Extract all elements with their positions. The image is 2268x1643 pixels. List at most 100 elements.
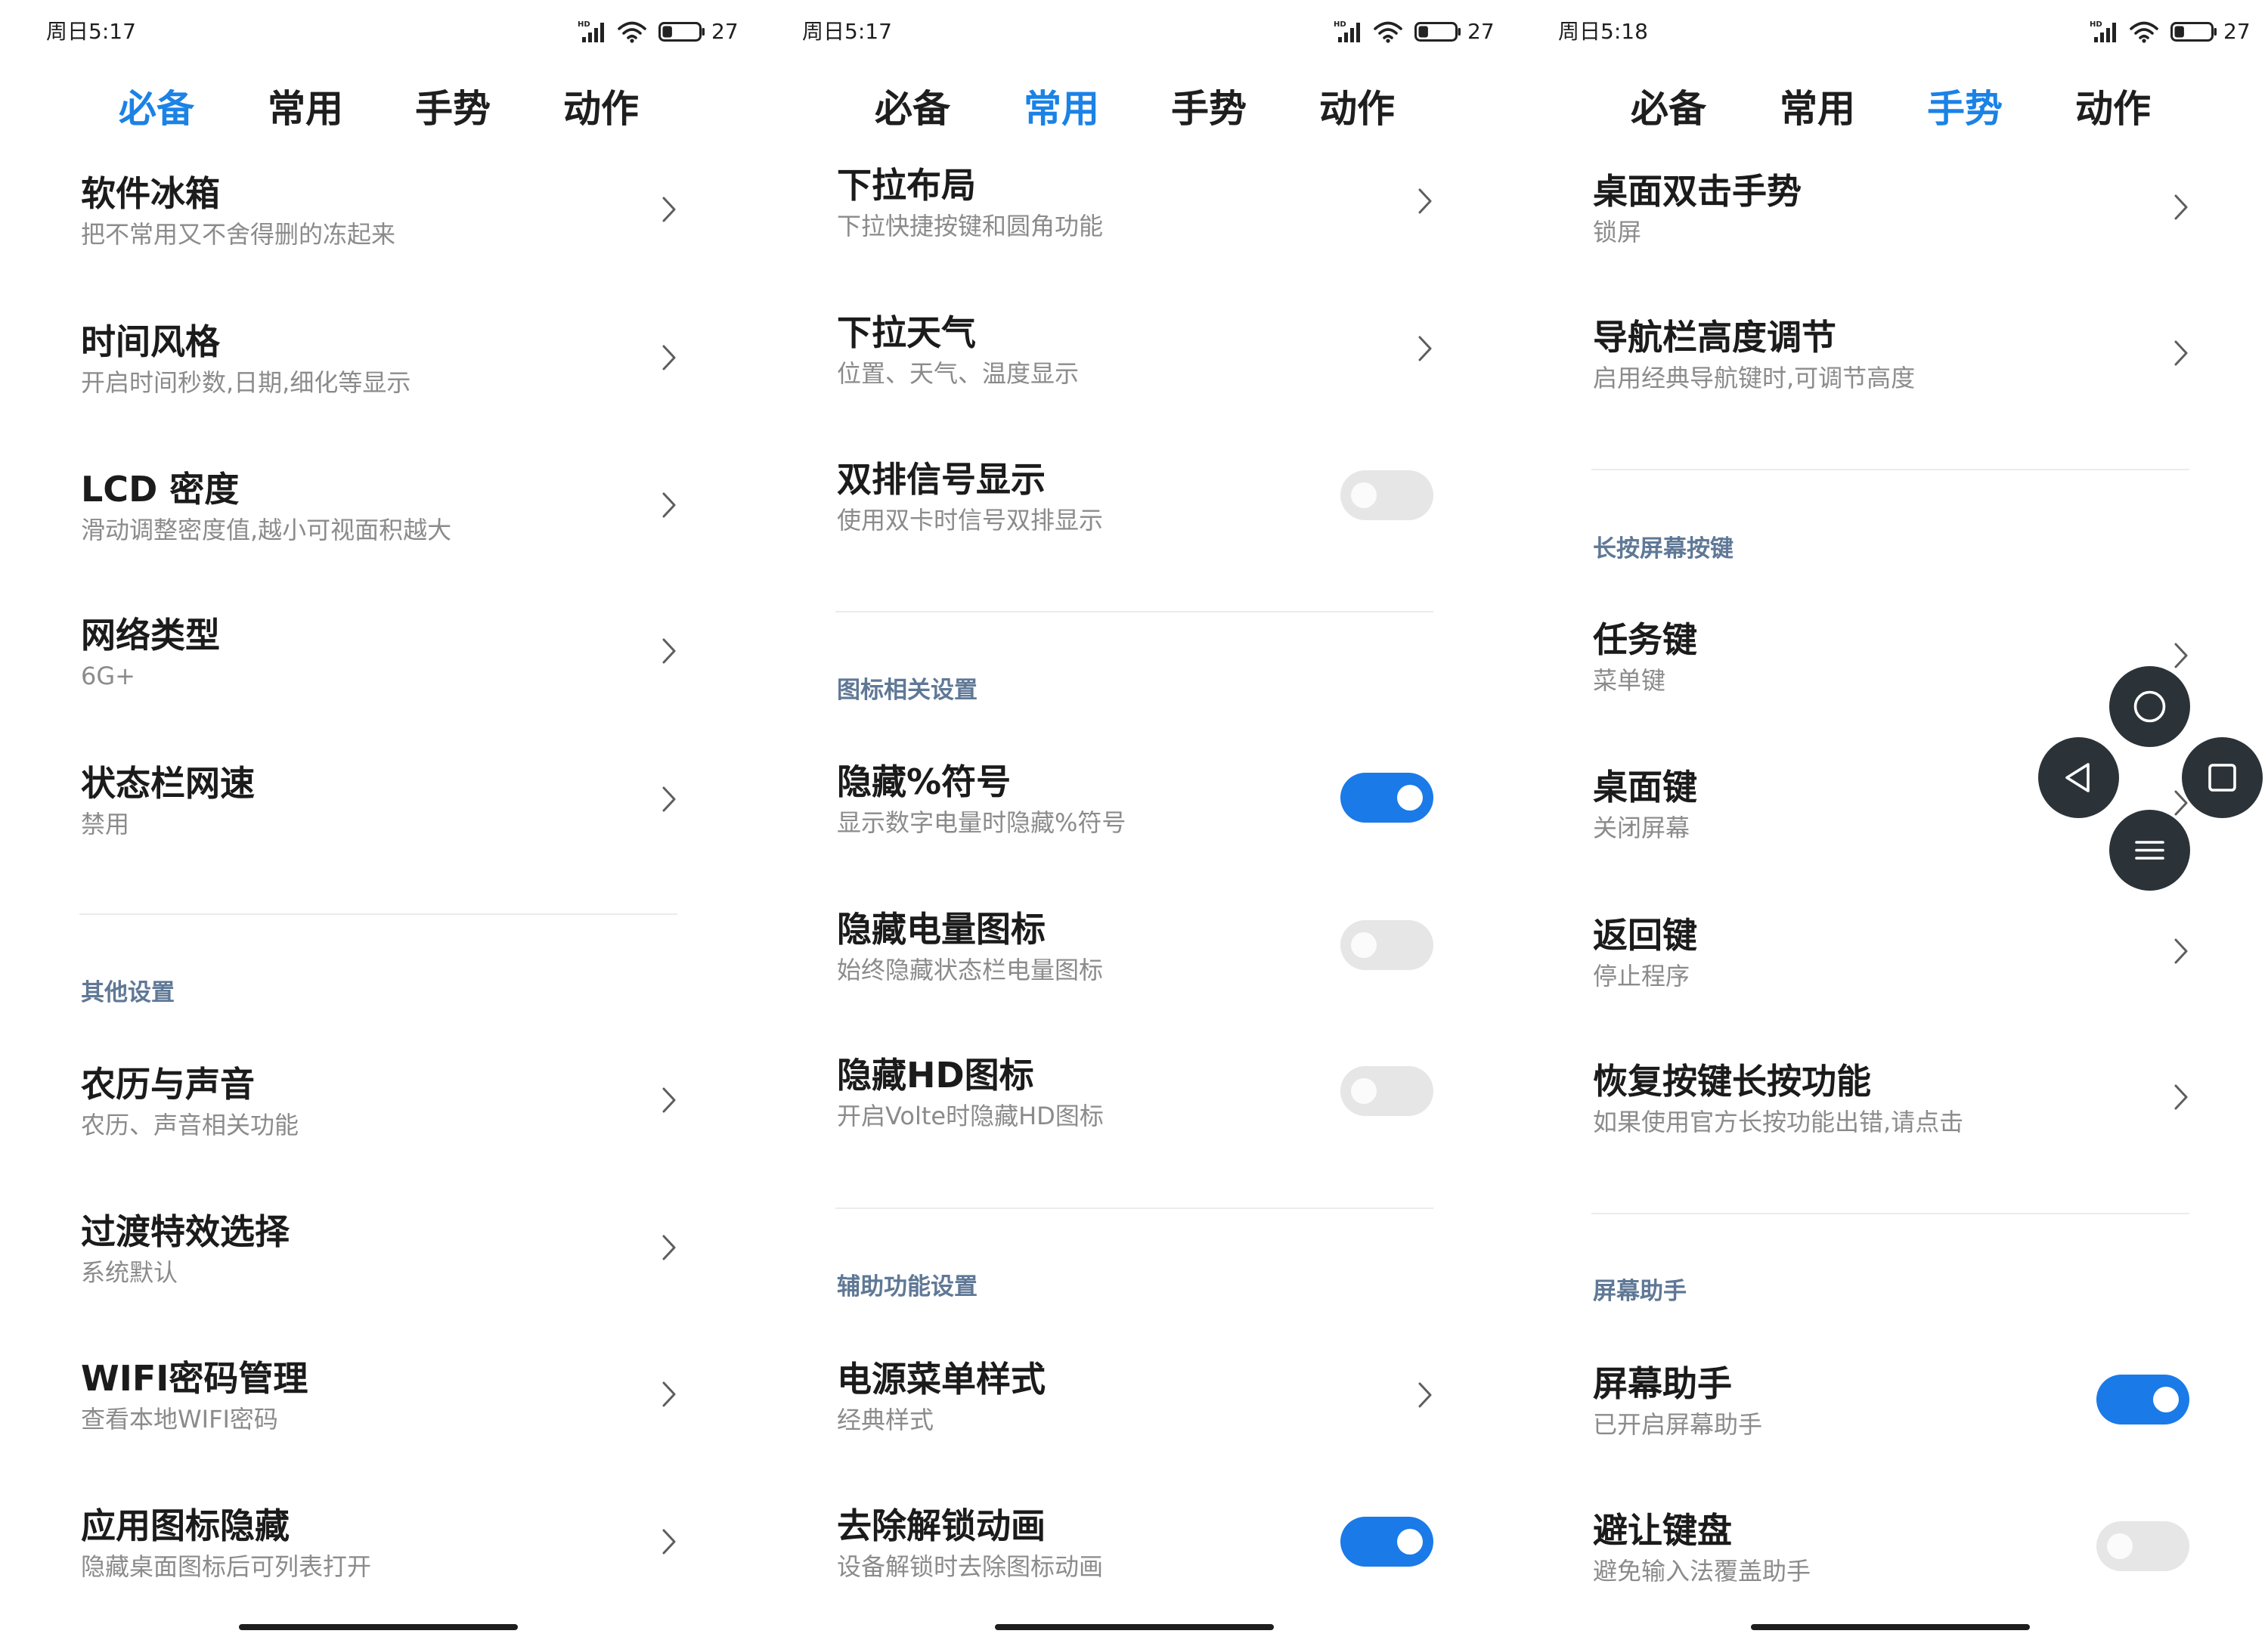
menu-lines-icon (2135, 841, 2164, 860)
setting-row-navbar-height[interactable]: 导航栏高度调节 启用经典导航键时,可调节高度 (1512, 316, 2268, 399)
setting-title: 过渡特效选择 (81, 1211, 290, 1252)
setting-title: 下拉布局 (837, 165, 976, 206)
setting-title: 农历与声音 (81, 1064, 255, 1105)
setting-row-time-style[interactable]: 时间风格 开启时间秒数,日期,细化等显示 (0, 321, 756, 404)
section-header-other-settings: 其他设置 (81, 979, 175, 1006)
tab-essentials[interactable]: 必备 (1619, 86, 1718, 132)
tab-gestures[interactable]: 手势 (1916, 86, 2014, 132)
setting-row-pulldown-layout[interactable]: 下拉布局 下拉快捷按键和圆角功能 (756, 164, 1512, 247)
setting-title: WIFI密码管理 (81, 1358, 308, 1399)
setting-row-statusbar-net-speed[interactable]: 状态栏网速 禁用 (0, 762, 756, 845)
setting-subtitle: 查看本地WIFI密码 (81, 1405, 278, 1434)
tab-common[interactable]: 常用 (1768, 86, 1867, 132)
toggle-switch[interactable] (1340, 1066, 1433, 1116)
setting-row-restore-long-press[interactable]: 恢复按键长按功能 如果使用官方长按功能出错,请点击 (1512, 1060, 2268, 1143)
setting-row-app-freezer[interactable]: 软件冰箱 把不常用又不舍得删的冻起来 (0, 172, 756, 256)
chevron-right-icon (662, 638, 676, 664)
tab-gestures[interactable]: 手势 (404, 86, 502, 132)
setting-title: 任务键 (1593, 619, 1697, 660)
setting-row-screen-assistant[interactable]: 屏幕助手 已开启屏幕助手 (1512, 1362, 2268, 1446)
setting-row-double-tap-desktop[interactable]: 桌面双击手势 锁屏 (1512, 170, 2268, 253)
setting-row-avoid-keyboard[interactable]: 避让键盘 避免输入法覆盖助手 (1512, 1509, 2268, 1592)
setting-title: 软件冰箱 (81, 173, 220, 214)
phone-screen-essentials: 周日5:17 HD 27 必备 常用 手势 动作 软件冰箱 把不常用又不舍得删的… (0, 0, 756, 1643)
setting-row-back-key[interactable]: 返回键 停止程序 (1512, 914, 2268, 997)
tab-actions[interactable]: 动作 (2064, 86, 2162, 132)
setting-row-network-type[interactable]: 网络类型 6G+ (0, 614, 756, 697)
toggle-switch[interactable] (1340, 1517, 1433, 1567)
setting-row-wifi-password[interactable]: WIFI密码管理 查看本地WIFI密码 (0, 1357, 756, 1440)
setting-subtitle: 如果使用官方长按功能出错,请点击 (1593, 1108, 1964, 1136)
setting-title: 网络类型 (81, 615, 220, 656)
setting-row-hide-percent-sign[interactable]: 隐藏%符号 显示数字电量时隐藏%符号 (756, 761, 1512, 844)
tab-actions[interactable]: 动作 (552, 86, 650, 132)
setting-row-power-menu-style[interactable]: 电源菜单样式 经典样式 (756, 1358, 1512, 1441)
setting-row-pulldown-weather[interactable]: 下拉天气 位置、天气、温度显示 (756, 312, 1512, 395)
toggle-knob (1351, 1078, 1377, 1104)
chevron-right-icon (662, 492, 676, 518)
setting-title: 状态栏网速 (81, 763, 255, 804)
recents-square-icon (2208, 764, 2236, 792)
setting-subtitle: 避免输入法覆盖助手 (1593, 1557, 1811, 1586)
tab-essentials[interactable]: 必备 (107, 86, 206, 132)
tab-common[interactable]: 常用 (256, 86, 355, 132)
setting-title: 屏幕助手 (1593, 1363, 1732, 1404)
setting-row-hide-hd-icon[interactable]: 隐藏HD图标 开启Volte时隐藏HD图标 (756, 1054, 1512, 1137)
chevron-right-icon (662, 1087, 676, 1113)
setting-title: 桌面键 (1593, 767, 1697, 808)
toggle-knob (2107, 1533, 2133, 1559)
tab-essentials[interactable]: 必备 (863, 86, 962, 132)
chevron-right-icon (2174, 1084, 2188, 1110)
chevron-right-icon (662, 1381, 676, 1407)
tab-common[interactable]: 常用 (1012, 86, 1111, 132)
floating-recents-button[interactable] (2182, 737, 2263, 818)
chevron-right-icon (662, 345, 676, 370)
chevron-right-icon (1418, 188, 1432, 214)
chevron-right-icon (662, 1529, 676, 1555)
tab-bar: 必备 常用 手势 动作 (0, 0, 756, 151)
chevron-right-icon (2174, 340, 2188, 366)
toggle-switch[interactable] (2096, 1375, 2189, 1424)
home-indicator[interactable] (239, 1624, 518, 1630)
setting-title: 导航栏高度调节 (1593, 317, 1836, 358)
phone-screen-common: 周日5:17 HD 27 必备 常用 手势 动作 下拉布局 下拉快捷按键和圆角功… (756, 0, 1512, 1643)
toggle-switch[interactable] (2096, 1521, 2189, 1571)
phone-screen-gestures: 周日5:18 HD 27 必备 常用 手势 动作 桌面双击手势 锁屏 导航栏高度… (1512, 0, 2268, 1643)
setting-subtitle: 已开启屏幕助手 (1593, 1410, 1763, 1439)
setting-subtitle: 设备解锁时去除图标动画 (837, 1552, 1104, 1581)
chevron-right-icon (662, 786, 676, 812)
floating-back-button[interactable] (2038, 737, 2119, 818)
chevron-right-icon (662, 197, 676, 222)
toggle-knob (2153, 1387, 2179, 1412)
setting-title: 恢复按键长按功能 (1593, 1061, 1871, 1102)
setting-row-transition-effect[interactable]: 过渡特效选择 系统默认 (0, 1211, 756, 1294)
setting-row-lcd-density[interactable]: LCD 密度 滑动调整密度值,越小可视面积越大 (0, 468, 756, 551)
tab-gestures[interactable]: 手势 (1160, 86, 1258, 132)
tab-bar: 必备 常用 手势 动作 (756, 0, 1512, 151)
floating-menu-button[interactable] (2109, 810, 2190, 891)
setting-subtitle: 始终隐藏状态栏电量图标 (837, 956, 1104, 984)
setting-title: 双排信号显示 (837, 459, 1046, 500)
setting-row-lunar-and-sound[interactable]: 农历与声音 农历、声音相关功能 (0, 1063, 756, 1146)
toggle-switch[interactable] (1340, 773, 1433, 823)
setting-title: 电源菜单样式 (837, 1359, 1046, 1400)
setting-title: LCD 密度 (81, 469, 240, 510)
floating-home-button[interactable] (2109, 666, 2190, 747)
home-indicator[interactable] (1751, 1624, 2030, 1630)
section-header-screen-assistant: 屏幕助手 (1593, 1278, 1687, 1305)
toggle-knob (1351, 482, 1377, 508)
setting-row-hide-app-icons[interactable]: 应用图标隐藏 隐藏桌面图标后可列表打开 (0, 1505, 756, 1588)
home-indicator[interactable] (995, 1624, 1274, 1630)
divider (79, 913, 677, 915)
setting-subtitle: 位置、天气、温度显示 (837, 359, 1080, 388)
toggle-switch[interactable] (1340, 470, 1433, 520)
toggle-switch[interactable] (1340, 920, 1433, 970)
setting-row-remove-unlock-animation[interactable]: 去除解锁动画 设备解锁时去除图标动画 (756, 1505, 1512, 1588)
setting-subtitle: 禁用 (81, 810, 130, 839)
setting-subtitle: 把不常用又不舍得删的冻起来 (81, 220, 396, 249)
setting-row-dual-signal[interactable]: 双排信号显示 使用双卡时信号双排显示 (756, 458, 1512, 541)
setting-subtitle: 启用经典导航键时,可调节高度 (1593, 364, 1916, 392)
setting-row-hide-battery-icon[interactable]: 隐藏电量图标 始终隐藏状态栏电量图标 (756, 908, 1512, 991)
tab-actions[interactable]: 动作 (1308, 86, 1406, 132)
divider (835, 611, 1433, 612)
